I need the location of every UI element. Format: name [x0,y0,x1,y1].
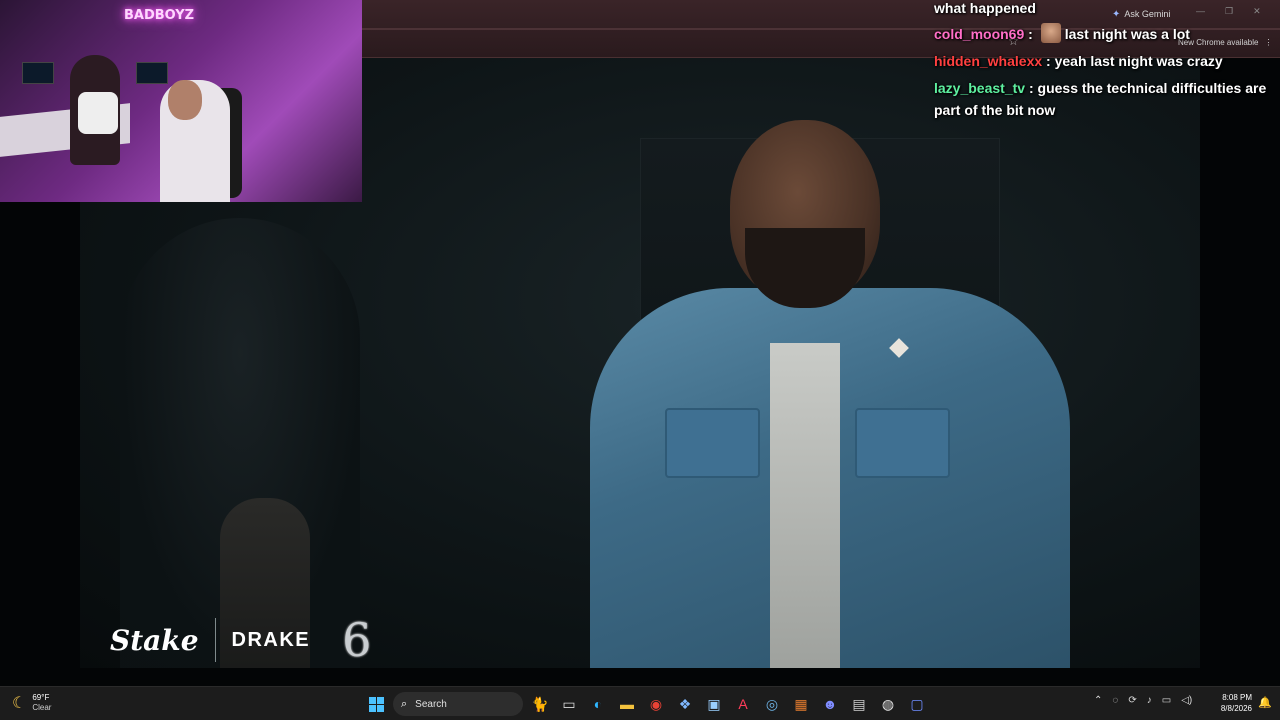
moon-icon: ☾ [12,695,27,712]
taskbar-apps: ⌕ Search 🐈 ▭ ◐ ▬ ◉ ❖ ▣ A ◎ ▦ ☻ ▤ ◍ ▢ [364,691,929,717]
six-logo: 6 [342,613,372,667]
chat-message: lazy_beast_tv : guess the technical diff… [934,77,1272,121]
minimize-button[interactable]: — [1196,6,1205,17]
weather-widget[interactable]: ☾ 69°F Clear [12,693,51,713]
app-icon[interactable]: ▢ [905,692,929,716]
main-person-shirt [770,343,840,668]
weather-text: 69°F Clear [32,693,51,713]
display-icon[interactable]: ▭ [1162,695,1171,706]
chat-message: cold_moon69 : last night was a lot [934,23,1190,45]
sponsor-lockup: Stake DRAKE 6 [110,613,372,667]
chat-separator: : [1028,80,1034,96]
gemini-icon: ✦ [1112,8,1121,20]
chat-username[interactable]: hidden_whalexx [934,53,1042,69]
discord-icon[interactable]: ☻ [818,692,842,716]
window-controls: — ❐ ✕ [1196,6,1261,17]
webcam-overlay: BADBOYZ [0,0,362,202]
webcam-person-left-shirt [78,92,118,134]
webcam-monitor [136,62,168,84]
clock-time: 8:08 PM [1222,693,1252,702]
volume-icon[interactable]: ◁) [1181,695,1192,706]
taskbar: ☾ 69°F Clear ⌕ Search 🐈 ▭ ◐ ▬ ◉ ❖ ▣ A ◎ … [0,686,1280,720]
chat-username[interactable]: cold_moon69 [934,26,1024,42]
store-icon[interactable]: ▣ [702,692,726,716]
terminal-icon[interactable]: ▤ [847,692,871,716]
sync-icon[interactable]: ⟳ [1128,695,1136,706]
jacket-pocket-left [665,408,760,478]
taskbar-clock[interactable]: 8:08 PM 8/8/2026 [1214,692,1252,714]
clock-date: 8/8/2026 [1220,704,1252,713]
chat-separator: : [1028,26,1033,42]
chrome-icon[interactable]: ◉ [644,692,668,716]
chat-text: yeah last night was crazy [1054,53,1223,69]
close-button[interactable]: ✕ [1253,6,1261,17]
sponsor-divider [214,618,216,662]
system-tray: ⌃ ◌ ⟳ ♪ ▭ ◁) [1094,695,1192,706]
task-view-icon[interactable]: ▭ [557,692,581,716]
neon-sign: BADBOYZ [124,8,195,23]
chevron-up-icon[interactable]: ⌃ [1094,695,1102,706]
windows-logo-icon [368,696,384,712]
ask-gemini-label: Ask Gemini [1124,9,1171,19]
file-explorer-icon[interactable]: ▬ [615,692,639,716]
copilot-icon[interactable]: ❖ [673,692,697,716]
search-icon: ⌕ [401,697,408,710]
chat-separator: : [1046,53,1051,69]
chat-emote-icon [1040,23,1061,43]
jacket-pocket-right [855,408,950,478]
chat-text: last night was a lot [1064,26,1190,42]
stake-logo: Stake [110,623,199,657]
weather-condition: Clear [32,703,52,712]
taskbar-search[interactable]: ⌕ Search [393,692,523,716]
new-chrome-label: New Chrome available [1178,37,1259,47]
notification-bell-icon[interactable]: 🔔 [1258,696,1272,709]
more-menu-icon[interactable]: ⋮ [1264,38,1272,47]
drake-logo: DRAKE [231,628,311,651]
weather-temp: 69°F [32,693,50,702]
webcam-person-right-head [168,80,202,120]
chat-username[interactable]: lazy_beast_tv [934,80,1025,96]
chat-message: hidden_whalexx : yeah last night was cra… [934,50,1223,72]
maximize-button[interactable]: ❐ [1225,6,1233,17]
microphone-icon[interactable]: ♪ [1147,695,1152,706]
webcam-monitor [22,62,54,84]
chat-message-previous: what happened [934,0,1036,16]
ask-gemini-button[interactable]: ✦ Ask Gemini [1106,6,1176,22]
adobe-icon[interactable]: A [731,692,755,716]
game-icon[interactable]: ▦ [789,692,813,716]
edge-icon[interactable]: ◐ [586,692,610,716]
search-label: Search [415,698,447,710]
steam-icon[interactable]: ◎ [760,692,784,716]
start-button[interactable] [364,692,388,716]
network-icon[interactable]: ◌ [1112,695,1118,706]
cat-widget-icon[interactable]: 🐈 [528,692,552,716]
obs-icon[interactable]: ◍ [876,692,900,716]
